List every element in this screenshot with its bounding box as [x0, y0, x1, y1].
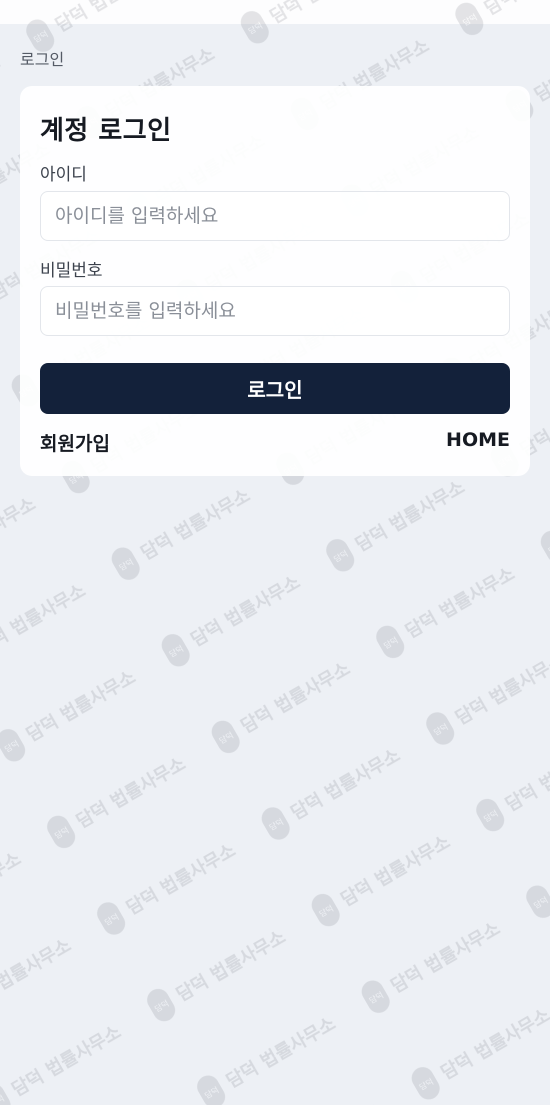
card-title: 계정 로그인: [40, 116, 172, 146]
home-link[interactable]: HOME: [446, 429, 510, 451]
signup-link[interactable]: 회원가입: [40, 429, 110, 456]
username-input[interactable]: [40, 191, 510, 241]
password-input[interactable]: [40, 286, 510, 336]
login-card: 계정 로그인 아이디 비밀번호 로그인 회원가입 HOME: [20, 86, 530, 476]
page-heading: 로그인: [20, 50, 65, 69]
login-button[interactable]: 로그인: [40, 363, 510, 414]
status-bar: [0, 0, 550, 24]
password-label: 비밀번호: [40, 261, 103, 281]
username-label: 아이디: [40, 165, 87, 185]
